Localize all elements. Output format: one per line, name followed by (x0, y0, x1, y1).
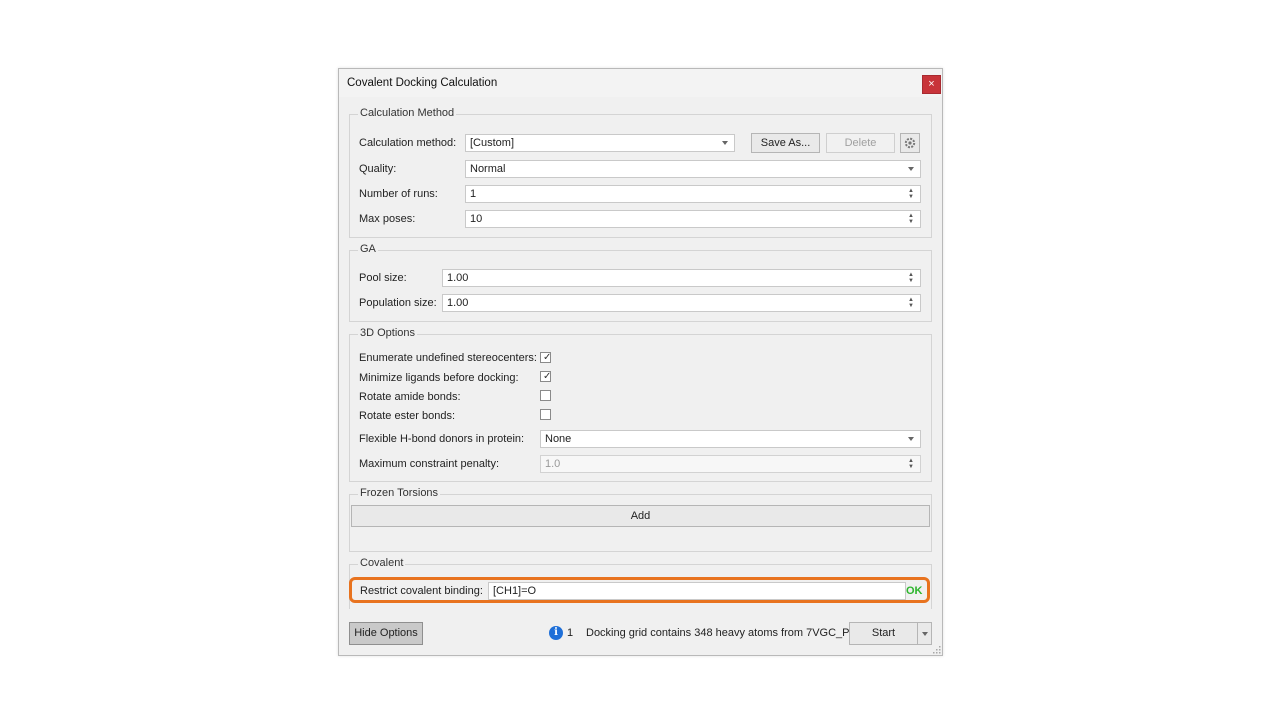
number-of-runs-label: Number of runs: (359, 188, 438, 200)
spin-arrows-icon[interactable]: ▲ ▼ (908, 458, 914, 472)
number-of-runs-stepper[interactable]: 1 ▲ ▼ (465, 185, 921, 203)
frozen-torsions-group: Frozen Torsions Add (349, 487, 932, 552)
resize-grip-icon[interactable] (933, 646, 941, 654)
population-size-label: Population size: (359, 297, 437, 309)
3d-options-title: 3D Options (358, 327, 418, 339)
minimize-ligands-label: Minimize ligands before docking: (359, 372, 519, 384)
pool-size-label: Pool size: (359, 272, 407, 284)
highlight-frame (349, 577, 930, 603)
quality-select[interactable]: Normal (465, 160, 921, 178)
pool-size-stepper[interactable]: 1.00 ▲ ▼ (442, 269, 921, 287)
calculation-method-group: Calculation Method Calculation method: [… (349, 107, 932, 238)
start-button[interactable]: Start (849, 622, 918, 645)
covalent-docking-dialog: Covalent Docking Calculation × Calculati… (338, 68, 943, 656)
spin-arrows-icon[interactable]: ▲ ▼ (908, 272, 914, 286)
max-constraint-penalty-label: Maximum constraint penalty: (359, 458, 499, 470)
rotate-amide-checkbox[interactable]: ✓ (540, 390, 551, 401)
checkmark-icon: ✓ (543, 352, 552, 363)
rotate-ester-label: Rotate ester bonds: (359, 410, 456, 422)
save-as-button[interactable]: Save As... (751, 133, 820, 153)
close-button[interactable]: × (922, 75, 941, 94)
minimize-ligands-checkbox[interactable]: ✓ (540, 371, 551, 382)
info-count: 1 (567, 627, 574, 639)
spin-arrows-icon[interactable]: ▲ ▼ (908, 213, 914, 227)
delete-button[interactable]: Delete (826, 133, 895, 153)
rotate-ester-checkbox[interactable]: ✓ (540, 409, 551, 420)
spin-arrows-icon[interactable]: ▲ ▼ (908, 297, 914, 311)
chevron-down-icon (908, 437, 914, 441)
gear-icon (904, 137, 916, 149)
max-constraint-penalty-stepper[interactable]: 1.0 ▲ ▼ (540, 455, 921, 473)
info-icon[interactable]: i (549, 626, 563, 640)
flexible-hbond-label: Flexible H-bond donors in protein: (359, 433, 525, 445)
ga-title: GA (358, 243, 378, 255)
title-bar: Covalent Docking Calculation × (339, 69, 942, 97)
calculation-method-title: Calculation Method (358, 107, 457, 119)
max-poses-label: Max poses: (359, 213, 416, 225)
ga-group: GA Pool size: 1.00 ▲ ▼ Population size: 1… (349, 243, 932, 322)
rotate-amide-label: Rotate amide bonds: (359, 391, 461, 403)
dialog-title: Covalent Docking Calculation (347, 77, 498, 89)
flexible-hbond-select[interactable]: None (540, 430, 921, 448)
max-poses-stepper[interactable]: 10 ▲ ▼ (465, 210, 921, 228)
status-text: Docking grid contains 348 heavy atoms fr… (586, 627, 850, 639)
frozen-torsions-title: Frozen Torsions (358, 487, 441, 499)
settings-button[interactable] (900, 133, 920, 153)
chevron-down-icon (722, 141, 728, 145)
add-torsion-button[interactable]: Add (351, 505, 930, 527)
3d-options-group: 3D Options Enumerate undefined stereocen… (349, 327, 932, 482)
checkmark-icon: ✓ (543, 371, 552, 382)
chevron-down-icon (908, 167, 914, 171)
covalent-title: Covalent (358, 557, 406, 569)
enumerate-stereocenters-checkbox[interactable]: ✓ (540, 352, 551, 363)
chevron-down-icon (922, 632, 928, 636)
enumerate-stereocenters-label: Enumerate undefined stereocenters: (359, 352, 537, 364)
calculation-method-select[interactable]: [Custom] (465, 134, 735, 152)
quality-label: Quality: (359, 163, 397, 175)
population-size-stepper[interactable]: 1.00 ▲ ▼ (442, 294, 921, 312)
hide-options-button[interactable]: Hide Options (349, 622, 423, 645)
start-dropdown-button[interactable] (917, 622, 932, 645)
close-icon: × (928, 78, 935, 90)
calculation-method-label: Calculation method: (359, 137, 457, 149)
spin-arrows-icon[interactable]: ▲ ▼ (908, 188, 914, 202)
